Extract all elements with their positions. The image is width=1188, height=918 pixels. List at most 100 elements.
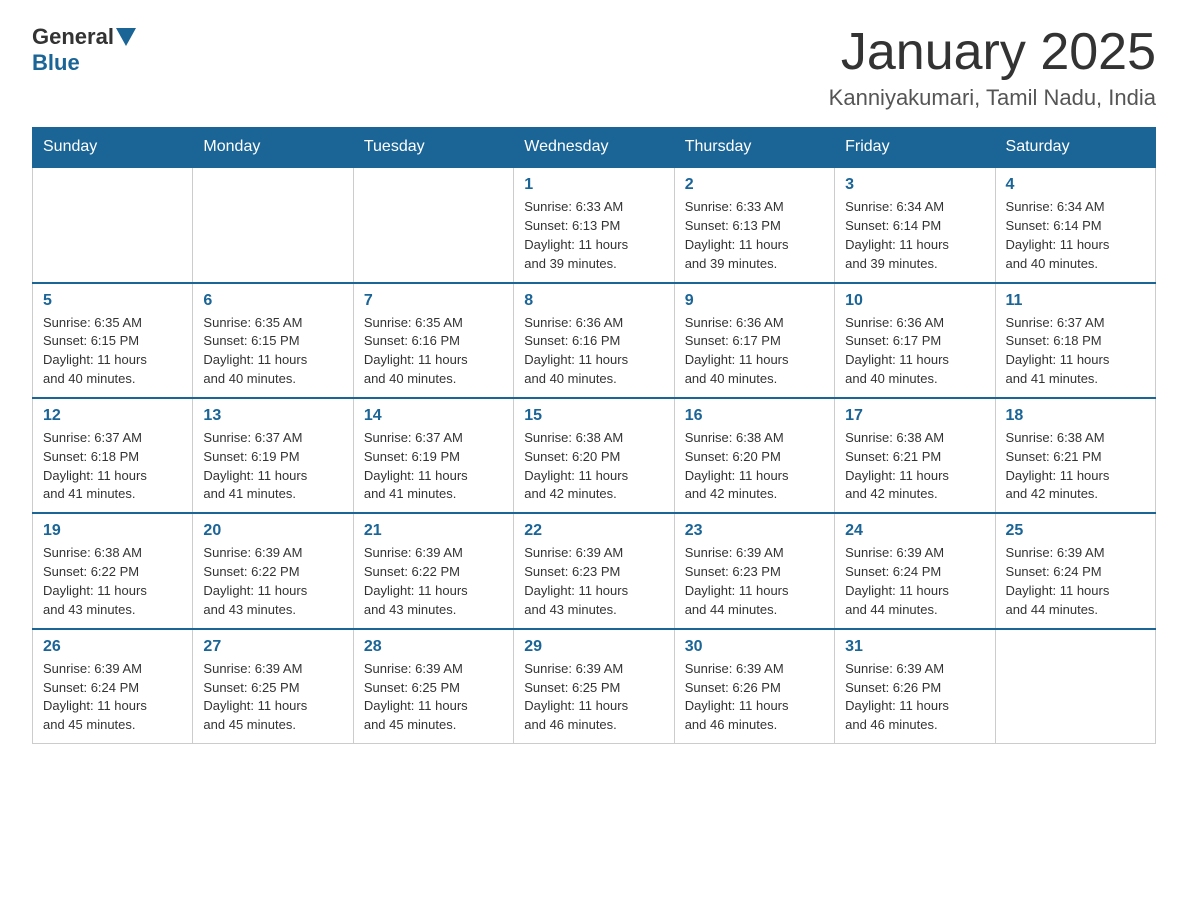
weekday-header-wednesday: Wednesday: [514, 128, 674, 168]
day-number: 10: [845, 292, 984, 310]
day-info: Sunrise: 6:33 AMSunset: 6:13 PMDaylight:…: [524, 198, 663, 273]
day-info: Sunrise: 6:36 AMSunset: 6:17 PMDaylight:…: [685, 314, 824, 389]
day-number: 25: [1006, 522, 1145, 540]
day-info: Sunrise: 6:33 AMSunset: 6:13 PMDaylight:…: [685, 198, 824, 273]
day-info: Sunrise: 6:38 AMSunset: 6:21 PMDaylight:…: [845, 429, 984, 504]
day-number: 22: [524, 522, 663, 540]
calendar-cell: [353, 167, 513, 282]
calendar-cell: 26 Sunrise: 6:39 AMSunset: 6:24 PMDayligh…: [33, 629, 193, 744]
calendar-week-row: 5 Sunrise: 6:35 AMSunset: 6:15 PMDaylight…: [33, 283, 1156, 398]
day-number: 4: [1006, 176, 1145, 194]
calendar-cell: 21 Sunrise: 6:39 AMSunset: 6:22 PMDayligh…: [353, 513, 513, 628]
calendar-cell: 10 Sunrise: 6:36 AMSunset: 6:17 PMDayligh…: [835, 283, 995, 398]
day-number: 15: [524, 407, 663, 425]
calendar-cell: 18 Sunrise: 6:38 AMSunset: 6:21 PMDayligh…: [995, 398, 1155, 513]
calendar-cell: 17 Sunrise: 6:38 AMSunset: 6:21 PMDayligh…: [835, 398, 995, 513]
calendar-cell: 31Sunrise: 6:39 AMSunset: 6:26 PMDayligh…: [835, 629, 995, 744]
day-info: Sunrise: 6:34 AMSunset: 6:14 PMDaylight:…: [845, 198, 984, 273]
calendar-cell: 22Sunrise: 6:39 AMSunset: 6:23 PMDayligh…: [514, 513, 674, 628]
calendar-cell: 27 Sunrise: 6:39 AMSunset: 6:25 PMDayligh…: [193, 629, 353, 744]
day-number: 14: [364, 407, 503, 425]
calendar-week-row: 19 Sunrise: 6:38 AMSunset: 6:22 PMDayligh…: [33, 513, 1156, 628]
calendar-cell: 8Sunrise: 6:36 AMSunset: 6:16 PMDaylight…: [514, 283, 674, 398]
calendar-cell: 3 Sunrise: 6:34 AMSunset: 6:14 PMDaylight…: [835, 167, 995, 282]
weekday-header-sunday: Sunday: [33, 128, 193, 168]
day-info: Sunrise: 6:39 AMSunset: 6:26 PMDaylight:…: [685, 660, 824, 735]
calendar-cell: [995, 629, 1155, 744]
day-number: 21: [364, 522, 503, 540]
day-info: Sunrise: 6:39 AMSunset: 6:22 PMDaylight:…: [364, 544, 503, 619]
day-number: 2: [685, 176, 824, 194]
day-info: Sunrise: 6:39 AMSunset: 6:26 PMDaylight:…: [845, 660, 984, 735]
day-number: 17: [845, 407, 984, 425]
day-info: Sunrise: 6:35 AMSunset: 6:15 PMDaylight:…: [203, 314, 342, 389]
calendar-cell: 11Sunrise: 6:37 AMSunset: 6:18 PMDayligh…: [995, 283, 1155, 398]
day-info: Sunrise: 6:39 AMSunset: 6:24 PMDaylight:…: [43, 660, 182, 735]
calendar-cell: 24 Sunrise: 6:39 AMSunset: 6:24 PMDayligh…: [835, 513, 995, 628]
calendar-cell: 16 Sunrise: 6:38 AMSunset: 6:20 PMDayligh…: [674, 398, 834, 513]
weekday-header-tuesday: Tuesday: [353, 128, 513, 168]
day-number: 27: [203, 638, 342, 656]
calendar-cell: 14 Sunrise: 6:37 AMSunset: 6:19 PMDayligh…: [353, 398, 513, 513]
day-number: 28: [364, 638, 503, 656]
title-block: January 2025 Kanniyakumari, Tamil Nadu, …: [829, 24, 1156, 111]
day-info: Sunrise: 6:38 AMSunset: 6:21 PMDaylight:…: [1006, 429, 1145, 504]
logo-triangle-icon: [116, 28, 136, 46]
calendar-week-row: 26 Sunrise: 6:39 AMSunset: 6:24 PMDayligh…: [33, 629, 1156, 744]
day-number: 18: [1006, 407, 1145, 425]
calendar-cell: 20 Sunrise: 6:39 AMSunset: 6:22 PMDayligh…: [193, 513, 353, 628]
day-number: 3: [845, 176, 984, 194]
day-number: 1: [524, 176, 663, 194]
day-info: Sunrise: 6:35 AMSunset: 6:15 PMDaylight:…: [43, 314, 182, 389]
day-number: 12: [43, 407, 182, 425]
day-info: Sunrise: 6:38 AMSunset: 6:20 PMDaylight:…: [685, 429, 824, 504]
calendar-cell: 29Sunrise: 6:39 AMSunset: 6:25 PMDayligh…: [514, 629, 674, 744]
day-info: Sunrise: 6:35 AMSunset: 6:16 PMDaylight:…: [364, 314, 503, 389]
day-number: 16: [685, 407, 824, 425]
day-info: Sunrise: 6:39 AMSunset: 6:22 PMDaylight:…: [203, 544, 342, 619]
day-number: 9: [685, 292, 824, 310]
day-info: Sunrise: 6:37 AMSunset: 6:19 PMDaylight:…: [364, 429, 503, 504]
day-number: 11: [1006, 292, 1145, 310]
day-info: Sunrise: 6:39 AMSunset: 6:25 PMDaylight:…: [203, 660, 342, 735]
day-number: 23: [685, 522, 824, 540]
day-number: 13: [203, 407, 342, 425]
day-info: Sunrise: 6:34 AMSunset: 6:14 PMDaylight:…: [1006, 198, 1145, 273]
calendar-cell: 5 Sunrise: 6:35 AMSunset: 6:15 PMDaylight…: [33, 283, 193, 398]
calendar-cell: 30Sunrise: 6:39 AMSunset: 6:26 PMDayligh…: [674, 629, 834, 744]
weekday-header-saturday: Saturday: [995, 128, 1155, 168]
day-info: Sunrise: 6:39 AMSunset: 6:23 PMDaylight:…: [685, 544, 824, 619]
day-info: Sunrise: 6:37 AMSunset: 6:19 PMDaylight:…: [203, 429, 342, 504]
calendar-week-row: 1 Sunrise: 6:33 AMSunset: 6:13 PMDaylight…: [33, 167, 1156, 282]
day-info: Sunrise: 6:39 AMSunset: 6:25 PMDaylight:…: [364, 660, 503, 735]
calendar-cell: 1 Sunrise: 6:33 AMSunset: 6:13 PMDaylight…: [514, 167, 674, 282]
logo-blue-text: Blue: [32, 50, 80, 76]
weekday-header-monday: Monday: [193, 128, 353, 168]
day-info: Sunrise: 6:38 AMSunset: 6:22 PMDaylight:…: [43, 544, 182, 619]
day-info: Sunrise: 6:38 AMSunset: 6:20 PMDaylight:…: [524, 429, 663, 504]
day-info: Sunrise: 6:36 AMSunset: 6:17 PMDaylight:…: [845, 314, 984, 389]
calendar-week-row: 12 Sunrise: 6:37 AMSunset: 6:18 PMDayligh…: [33, 398, 1156, 513]
calendar-cell: 28 Sunrise: 6:39 AMSunset: 6:25 PMDayligh…: [353, 629, 513, 744]
day-number: 24: [845, 522, 984, 540]
day-number: 6: [203, 292, 342, 310]
calendar-cell: 15 Sunrise: 6:38 AMSunset: 6:20 PMDayligh…: [514, 398, 674, 513]
weekday-header-thursday: Thursday: [674, 128, 834, 168]
weekday-header-row: SundayMondayTuesdayWednesdayThursdayFrid…: [33, 128, 1156, 168]
calendar-table: SundayMondayTuesdayWednesdayThursdayFrid…: [32, 127, 1156, 744]
day-number: 7: [364, 292, 503, 310]
day-number: 5: [43, 292, 182, 310]
weekday-header-friday: Friday: [835, 128, 995, 168]
day-number: 19: [43, 522, 182, 540]
day-info: Sunrise: 6:37 AMSunset: 6:18 PMDaylight:…: [43, 429, 182, 504]
day-info: Sunrise: 6:39 AMSunset: 6:24 PMDaylight:…: [845, 544, 984, 619]
calendar-cell: 2 Sunrise: 6:33 AMSunset: 6:13 PMDaylight…: [674, 167, 834, 282]
logo-general-text: General: [32, 24, 114, 50]
logo: General Blue: [32, 24, 138, 76]
calendar-cell: [33, 167, 193, 282]
day-info: Sunrise: 6:39 AMSunset: 6:25 PMDaylight:…: [524, 660, 663, 735]
day-number: 26: [43, 638, 182, 656]
calendar-cell: 9 Sunrise: 6:36 AMSunset: 6:17 PMDaylight…: [674, 283, 834, 398]
calendar-cell: 19 Sunrise: 6:38 AMSunset: 6:22 PMDayligh…: [33, 513, 193, 628]
day-number: 20: [203, 522, 342, 540]
